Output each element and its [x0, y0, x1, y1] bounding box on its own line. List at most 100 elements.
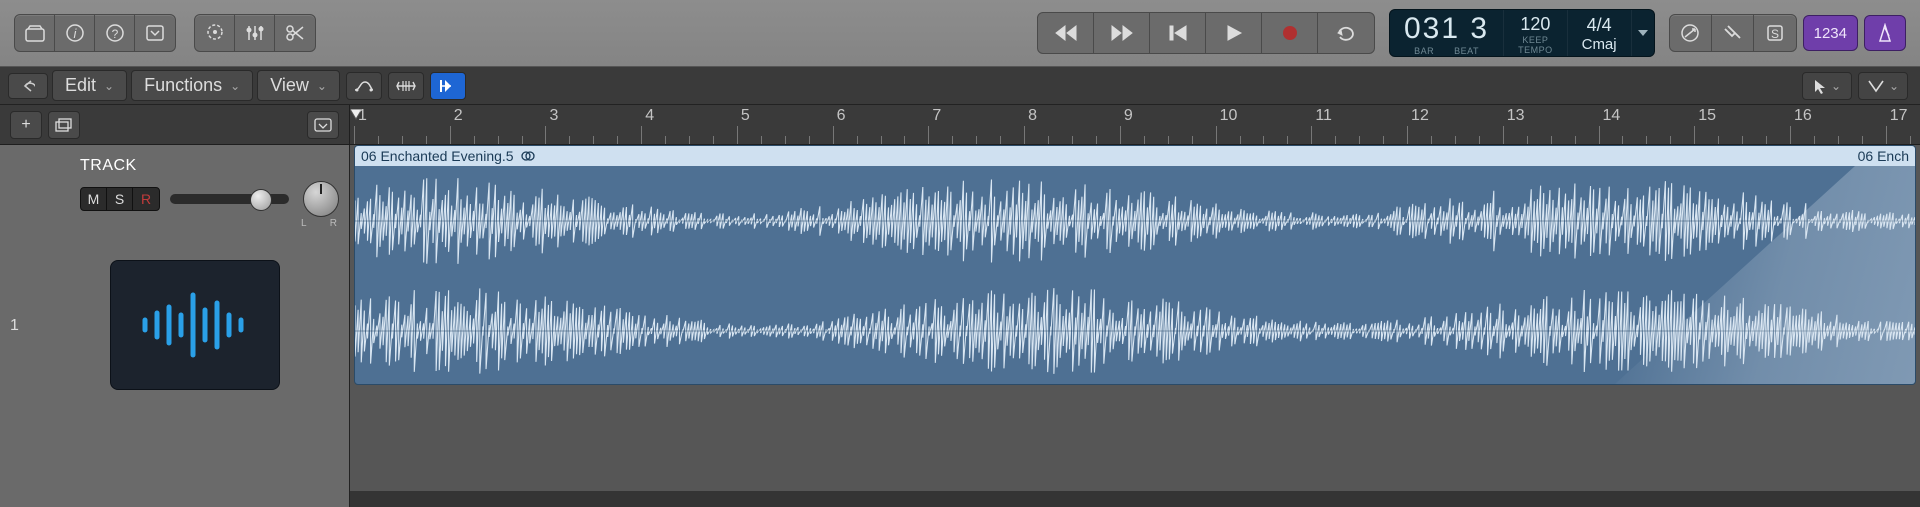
count-in-button[interactable]: 1234 — [1803, 15, 1858, 51]
tempo-label: TEMPO — [1518, 45, 1553, 55]
right-tool-group: S — [1669, 14, 1797, 52]
ruler-number: 5 — [741, 107, 750, 125]
track-number: 1 — [10, 317, 19, 335]
go-to-start-button[interactable] — [1150, 13, 1206, 53]
track-header[interactable]: 1 TRACK M S R L R — [0, 145, 350, 507]
svg-text:S: S — [1771, 27, 1779, 41]
track-header-config-button[interactable] — [307, 111, 339, 139]
ruler-number: 2 — [454, 107, 463, 125]
ruler-number: 13 — [1507, 107, 1525, 125]
horizontal-scrollbar[interactable] — [350, 491, 1920, 507]
ruler-number: 17 — [1890, 107, 1908, 125]
edit-menu[interactable]: Edit ⌄ — [52, 70, 127, 101]
automation-curve-icon[interactable] — [346, 72, 382, 100]
mute-button[interactable]: M — [81, 188, 107, 210]
view-menu-label: View — [270, 75, 309, 96]
waveform-right — [355, 276, 1915, 385]
lcd-signature[interactable]: 4/4 Cmaj — [1568, 10, 1632, 56]
ruler-number: 9 — [1124, 107, 1133, 125]
ruler-number: 4 — [645, 107, 654, 125]
editor-menubar: Edit ⌄ Functions ⌄ View ⌄ ⌄ ⌄ — [0, 67, 1920, 105]
track-title: TRACK — [80, 157, 339, 175]
ruler-number: 16 — [1794, 107, 1812, 125]
transport-controls — [1037, 12, 1375, 54]
region-name: 06 Enchanted Evening.5 — [361, 148, 514, 164]
record-enable-button[interactable]: R — [133, 188, 159, 210]
catch-playhead-icon[interactable] — [430, 72, 466, 100]
back-tool-button[interactable] — [8, 73, 48, 99]
workspace: 1 TRACK M S R L R — [0, 145, 1920, 507]
view-group — [194, 14, 316, 52]
no-overlap-icon[interactable] — [1670, 15, 1712, 51]
region-header: 06 Enchanted Evening.5 06 Ench — [355, 146, 1915, 166]
waveform-left — [355, 166, 1915, 276]
pan-knob-wrap: L R — [299, 181, 339, 217]
lcd-tempo[interactable]: 120 KEEP TEMPO — [1504, 10, 1568, 56]
list-icon[interactable] — [135, 15, 175, 51]
ruler-number: 3 — [549, 107, 558, 125]
loop-icon — [521, 148, 535, 164]
audio-region[interactable]: 06 Enchanted Evening.5 06 Ench — [354, 145, 1916, 385]
position-beat-value: 3 — [1470, 12, 1489, 45]
lcd-display: 031 3 BARBEAT 120 KEEP TEMPO 4/4 Cmaj — [1389, 9, 1655, 57]
msr-group: M S R — [80, 187, 160, 211]
library-icon[interactable] — [15, 15, 55, 51]
help-icon[interactable]: ? — [95, 15, 135, 51]
timeline-ruler[interactable]: 1234567891011121314151617 — [350, 105, 1920, 144]
mixer-icon[interactable] — [235, 15, 275, 51]
tempo-keep: KEEP — [1522, 35, 1548, 45]
lcd-beat-label: BEAT — [1454, 46, 1479, 56]
play-button[interactable] — [1206, 13, 1262, 53]
chevron-down-icon: ⌄ — [317, 79, 327, 93]
tool-selectors: ⌄ ⌄ — [1800, 72, 1920, 100]
arrangement-area[interactable]: 06 Enchanted Evening.5 06 Ench — [350, 145, 1920, 507]
functions-menu-label: Functions — [144, 75, 222, 96]
sig-value: 4/4 — [1587, 15, 1612, 36]
smart-controls-icon[interactable] — [195, 15, 235, 51]
chevron-down-icon: ⌄ — [230, 79, 240, 93]
pan-knob[interactable] — [303, 181, 339, 217]
edit-menu-label: Edit — [65, 75, 96, 96]
ruler-number: 1 — [358, 107, 367, 125]
add-track-button[interactable]: + — [10, 111, 42, 139]
chevron-down-icon: ⌄ — [1831, 79, 1841, 93]
view-menu[interactable]: View ⌄ — [257, 70, 340, 101]
top-toolbar: i ? 031 3 BARBEAT 120 KEEP TEMPO 4/4 Cma… — [0, 0, 1920, 67]
functions-menu[interactable]: Functions ⌄ — [131, 70, 253, 101]
tuning-fork-icon[interactable] — [1712, 15, 1754, 51]
chevron-down-icon: ⌄ — [104, 79, 114, 93]
record-button[interactable] — [1262, 13, 1318, 53]
lcd-position[interactable]: 031 3 BARBEAT — [1390, 10, 1504, 56]
lcd-menu-dropdown[interactable] — [1632, 10, 1654, 56]
pointer-tool-selector[interactable]: ⌄ — [1802, 72, 1852, 100]
scissors-icon[interactable] — [275, 15, 315, 51]
ruler-number: 10 — [1220, 107, 1238, 125]
metronome-button[interactable] — [1864, 15, 1906, 51]
pan-left-label: L — [301, 218, 307, 229]
pan-right-label: R — [330, 218, 337, 229]
ruler-number: 15 — [1698, 107, 1716, 125]
track-thumbnail — [110, 260, 280, 390]
ruler-number: 11 — [1315, 107, 1332, 125]
solo-button[interactable]: S — [107, 188, 133, 210]
info-icon[interactable]: i — [55, 15, 95, 51]
ruler-number: 6 — [837, 107, 846, 125]
chevron-down-icon: ⌄ — [1889, 79, 1899, 93]
add-track-stack-button[interactable] — [48, 111, 80, 139]
rewind-button[interactable] — [1038, 13, 1094, 53]
ruler-number: 12 — [1411, 107, 1429, 125]
svg-text:?: ? — [111, 27, 118, 41]
next-region-name: 06 Ench — [1858, 148, 1909, 164]
track-add-controls: + — [0, 105, 350, 144]
ruler-number: 8 — [1028, 107, 1037, 125]
flex-icon[interactable] — [388, 72, 424, 100]
marquee-tool-selector[interactable]: ⌄ — [1858, 72, 1908, 100]
cycle-button[interactable] — [1318, 13, 1374, 53]
volume-slider[interactable] — [170, 194, 289, 204]
solo-safe-icon[interactable]: S — [1754, 15, 1796, 51]
track-header-row: + 1234567891011121314151617 — [0, 105, 1920, 145]
track-controls: M S R L R — [80, 181, 339, 217]
tempo-value: 120 — [1520, 14, 1550, 35]
forward-button[interactable] — [1094, 13, 1150, 53]
svg-text:i: i — [73, 26, 77, 41]
